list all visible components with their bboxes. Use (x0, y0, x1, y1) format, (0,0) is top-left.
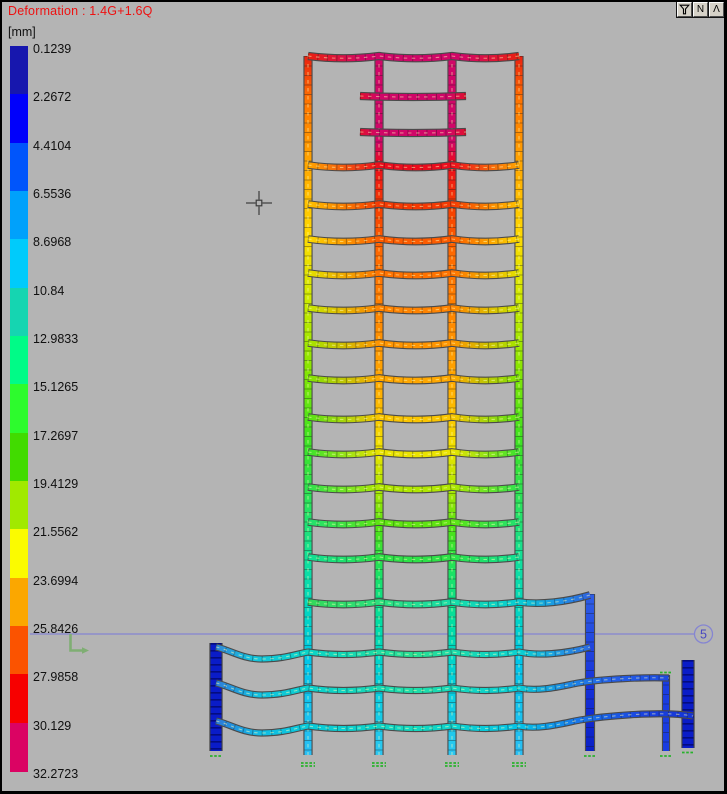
view-toolbar: NΛ (677, 2, 724, 17)
structure-view: 5 (0, 0, 727, 794)
legend-value: 32.2723 (33, 768, 78, 781)
filter-button[interactable] (677, 2, 692, 17)
legend-value: 12.9833 (33, 333, 78, 346)
legend-value: 2.2672 (33, 91, 71, 104)
legend-value: 25.8426 (33, 623, 78, 636)
legend-value: 30.129 (33, 720, 71, 733)
legend-color-block (10, 674, 28, 723)
legend-value: 27.9858 (33, 671, 78, 684)
ucs-axis-arrow-icon (82, 647, 89, 654)
legend-value: 10.84 (33, 285, 64, 298)
ucs-axis-icon (71, 634, 83, 651)
result-header: Deformation : 1.4G+1.6Q [mm] (8, 4, 153, 39)
legend-color-block (10, 384, 28, 433)
crosshair-cursor-icon (246, 191, 272, 215)
result-title: Deformation : 1.4G+1.6Q (8, 4, 153, 18)
legend-color-block (10, 481, 28, 530)
legend-color-block (10, 288, 28, 337)
filter-funnel-icon (679, 4, 690, 15)
legend-color-block (10, 529, 28, 578)
legend-value: 15.1265 (33, 381, 78, 394)
legend-color-block (10, 143, 28, 192)
legend-value: 23.6994 (33, 575, 78, 588)
legend-value: 0.1239 (33, 43, 71, 56)
grid-axis-label: 5 (700, 627, 707, 641)
legend-color-block (10, 433, 28, 482)
legend-value: 19.4129 (33, 478, 78, 491)
units-label: [mm] (8, 25, 153, 39)
n-button[interactable]: N (693, 2, 708, 17)
legend-color-block (10, 46, 28, 95)
legend-value: 6.5536 (33, 188, 71, 201)
legend-value: 4.4104 (33, 140, 71, 153)
legend-color-block (10, 239, 28, 288)
legend-color-block (10, 723, 28, 772)
legend-value: 21.5562 (33, 526, 78, 539)
legend-value: 17.2697 (33, 430, 78, 443)
legend-color-block (10, 94, 28, 143)
viewport[interactable]: 5 Deformation : 1.4G+1.6Q [mm] 0.1239 2.2… (0, 0, 727, 794)
legend-value: 8.6968 (33, 236, 71, 249)
legend-color-block (10, 578, 28, 627)
caret-button[interactable]: Λ (709, 2, 724, 17)
legend-color-block (10, 626, 28, 675)
legend-color-block (10, 191, 28, 240)
legend-color-block (10, 336, 28, 385)
